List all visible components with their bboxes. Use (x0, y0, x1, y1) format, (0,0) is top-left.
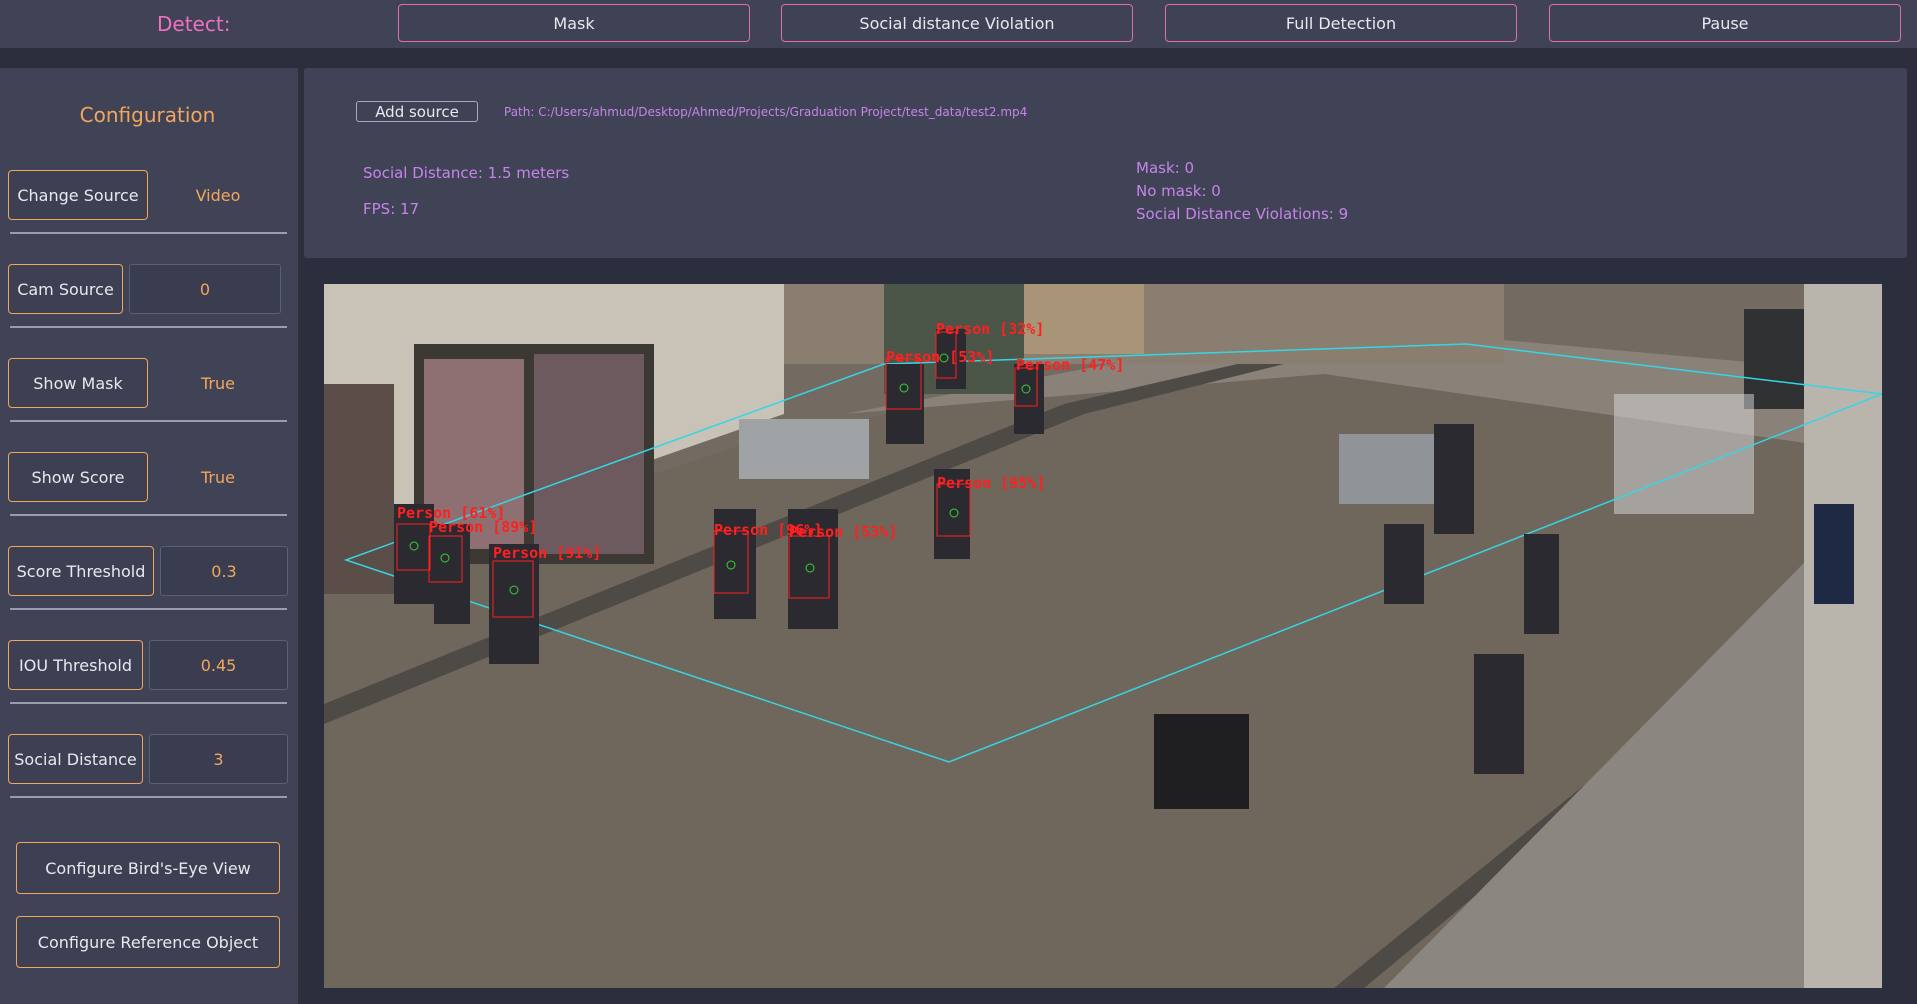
divider (10, 608, 287, 610)
divider (10, 420, 287, 422)
detection-label: Person [47%] (1016, 356, 1124, 374)
full-detection-button[interactable]: Full Detection (1165, 4, 1517, 42)
iou-threshold-label: IOU Threshold (8, 640, 143, 690)
detection-label: Person [32%] (936, 320, 1044, 338)
cam-source-label: Cam Source (8, 264, 123, 314)
no-mask-count-text: No mask: 0 (1136, 182, 1221, 200)
detect-toolbar: Detect: Mask Social distance Violation F… (0, 0, 1917, 48)
show-score-value: True (201, 467, 235, 487)
social-distance-label: Social Distance (8, 734, 143, 784)
pause-button[interactable]: Pause (1549, 4, 1901, 42)
social-distance-text: Social Distance: 1.5 meters (363, 164, 570, 182)
divider (10, 796, 287, 798)
score-threshold-input[interactable]: 0.3 (160, 546, 288, 596)
detection-label: Person [95%] (937, 474, 1045, 492)
source-type-value: Video (195, 185, 241, 205)
detect-label: Detect: (157, 12, 231, 36)
add-source-button[interactable]: Add source (356, 101, 478, 122)
show-score-button[interactable]: Show Score (8, 452, 148, 502)
video-feed: Person [32%] Person [53%] Person [47%] P… (324, 284, 1882, 988)
divider (10, 514, 287, 516)
divider (10, 326, 287, 328)
social-distance-input[interactable]: 3 (149, 734, 288, 784)
violations-count-text: Social Distance Violations: 9 (1136, 205, 1349, 223)
iou-threshold-input[interactable]: 0.45 (149, 640, 288, 690)
mask-button[interactable]: Mask (398, 4, 750, 42)
detection-label: Person [53%] (789, 523, 897, 541)
score-threshold-label: Score Threshold (8, 546, 154, 596)
cam-source-input[interactable]: 0 (129, 264, 281, 314)
info-panel: Add source Path: C:/Users/ahmud/Desktop/… (304, 68, 1907, 258)
change-source-button[interactable]: Change Source (8, 170, 148, 220)
detection-label: Person [53%] (886, 348, 994, 366)
divider (10, 702, 287, 704)
show-mask-button[interactable]: Show Mask (8, 358, 148, 408)
video-frame-svg: Person [32%] Person [53%] Person [47%] P… (324, 284, 1882, 988)
configure-reference-object-button[interactable]: Configure Reference Object (16, 916, 280, 968)
show-mask-value: True (201, 373, 235, 393)
divider (10, 232, 287, 234)
source-path-text: Path: C:/Users/ahmud/Desktop/Ahmed/Proje… (504, 105, 1028, 119)
social-distance-violation-button[interactable]: Social distance Violation (781, 4, 1133, 42)
mask-count-text: Mask: 0 (1136, 159, 1195, 177)
configuration-sidebar: Configuration Change Source Video Cam So… (0, 68, 298, 1004)
configure-birds-eye-view-button[interactable]: Configure Bird's-Eye View (16, 842, 280, 894)
fps-text: FPS: 17 (363, 200, 420, 218)
detection-label: Person [91%] (493, 544, 601, 562)
detection-label: Person [89%] (429, 518, 537, 536)
configuration-title: Configuration (79, 103, 216, 127)
